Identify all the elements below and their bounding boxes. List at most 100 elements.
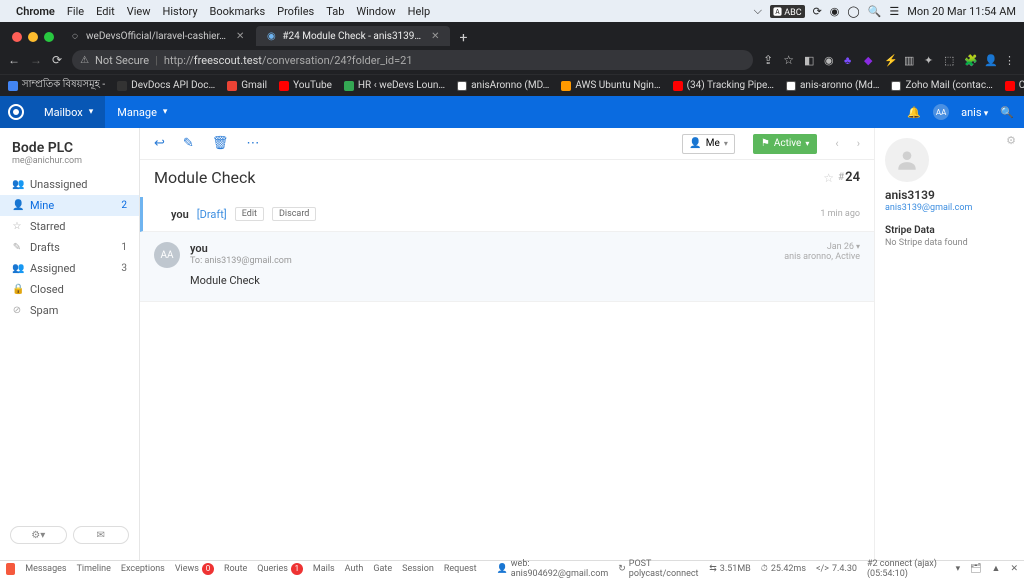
debug-tab[interactable]: Exceptions [121, 564, 165, 574]
folder-unassigned[interactable]: 👥Unassigned [0, 174, 139, 195]
debug-tab[interactable]: Route [224, 564, 247, 574]
folder-spam[interactable]: ⊘Spam [0, 300, 139, 321]
search-icon[interactable]: 🔍 [1000, 106, 1014, 119]
ext-icon[interactable]: ◆ [864, 54, 876, 66]
app-logo[interactable] [0, 96, 32, 128]
menu-app[interactable]: Chrome [16, 5, 55, 18]
prev-conversation[interactable]: ‹ [835, 137, 838, 150]
circle-icon[interactable]: ◯ [847, 5, 859, 18]
forward-button[interactable]: → [30, 53, 42, 67]
next-conversation[interactable]: › [857, 137, 860, 150]
close-icon[interactable]: ✕ [236, 31, 244, 42]
bookmark-item[interactable]: (34) Tracking Pipe… [673, 80, 774, 91]
more-icon[interactable]: ⋯ [246, 136, 259, 151]
star-icon[interactable]: ☆ [823, 171, 834, 185]
ext-icon[interactable]: 🧩 [964, 54, 976, 66]
discard-draft-button[interactable]: Discard [272, 207, 316, 221]
browser-tab-0[interactable]: ◌ weDevsOfficial/laravel-cashier… ✕ [60, 26, 254, 46]
user-menu[interactable]: anis [961, 106, 988, 119]
debug-tab[interactable]: Timeline [77, 564, 111, 574]
nav-manage[interactable]: Manage [105, 96, 179, 128]
reload-button[interactable]: ⟳ [52, 53, 62, 67]
notifications-icon[interactable]: 🔔 [907, 106, 921, 119]
debug-tab-views[interactable]: Views0 [175, 563, 214, 575]
bookmark-item[interactable]: DevDocs API Doc… [117, 80, 215, 91]
menu-history[interactable]: History [163, 5, 198, 18]
bookmark-star-icon[interactable]: ☆ [783, 53, 794, 67]
debug-tab[interactable]: Messages [25, 564, 66, 574]
status-dropdown[interactable]: ⚑Active [753, 134, 818, 154]
draft-row[interactable]: you [Draft] Edit Discard 1 min ago [140, 197, 874, 232]
folder-assigned[interactable]: 👥Assigned3 [0, 258, 139, 279]
menu-file[interactable]: File [67, 5, 84, 18]
menu-tab[interactable]: Tab [326, 5, 344, 18]
debug-folder-icon[interactable]: 🗂 [970, 564, 981, 574]
bluetooth-icon[interactable]: ⌵ [754, 4, 762, 18]
share-icon[interactable]: ⇪ [763, 53, 773, 67]
delete-icon[interactable]: 🗑 [212, 136, 229, 151]
clock[interactable]: Mon 20 Mar 11:54 AM [907, 5, 1016, 18]
debug-tab[interactable]: Session [402, 564, 434, 574]
debug-tab[interactable]: Mails [313, 564, 335, 574]
debug-tab-queries[interactable]: Queries1 [257, 563, 303, 575]
bookmark-item[interactable]: HR ‹ weDevs Loun… [344, 80, 445, 91]
menu-bookmarks[interactable]: Bookmarks [210, 5, 266, 18]
ext-icon[interactable]: ▥ [904, 54, 916, 66]
bookmark-item[interactable]: Channel dashboar… [1005, 80, 1024, 91]
menu-view[interactable]: View [127, 5, 151, 18]
ext-icon[interactable]: ⬚ [944, 54, 956, 66]
sync-icon[interactable]: ⟳ [813, 5, 822, 18]
bookmark-item[interactable]: Zoho Mail (contac… [891, 80, 992, 91]
nav-mailbox[interactable]: Mailbox [32, 96, 105, 128]
ext-icon[interactable]: ✦ [924, 54, 936, 66]
settings-button[interactable]: ⚙ ▾ [10, 526, 67, 544]
bookmark-item[interactable]: anisAronno (MD… [457, 80, 549, 91]
search-icon[interactable]: 🔍 [868, 5, 882, 18]
profile-icon[interactable]: 👤 [984, 54, 996, 66]
new-tab-button[interactable]: + [452, 30, 476, 46]
debug-tab[interactable]: Auth [345, 564, 364, 574]
edit-draft-button[interactable]: Edit [235, 207, 264, 221]
folder-drafts[interactable]: ✎Drafts1 [0, 237, 139, 258]
folder-mine[interactable]: 👤Mine2 [0, 195, 139, 216]
menu-icon[interactable]: ⋮ [1004, 54, 1016, 66]
bookmark-item[interactable]: anis-aronno (Md… [786, 80, 879, 91]
url-input[interactable]: ⚠ Not Secure | http://freescout.test/con… [72, 50, 753, 70]
compose-button[interactable]: ✉ [73, 526, 130, 544]
browser-tab-1[interactable]: ◉ #24 Module Check - anis3139… ✕ [256, 26, 449, 46]
ext-icon[interactable]: ◉ [824, 54, 836, 66]
menu-help[interactable]: Help [408, 5, 431, 18]
debugbar-logo-icon[interactable] [6, 563, 15, 575]
folder-closed[interactable]: 🔒Closed [0, 279, 139, 300]
note-icon[interactable]: ✎ [183, 136, 194, 151]
debug-up-icon[interactable]: ▲ [992, 563, 1001, 574]
customer-panel: ⚙ anis3139 anis3139@gmail.com Stripe Dat… [874, 128, 1024, 560]
ext-icon[interactable]: ⚡ [884, 54, 896, 66]
control-center-icon[interactable]: ☰ [889, 5, 899, 18]
window-controls[interactable] [6, 32, 60, 46]
back-button[interactable]: ← [8, 53, 20, 67]
close-icon[interactable]: ✕ [431, 31, 439, 42]
ext-icon[interactable]: ◧ [804, 54, 816, 66]
customer-email[interactable]: anis3139@gmail.com [885, 203, 1014, 213]
debug-tab[interactable]: Request [444, 564, 477, 574]
menu-window[interactable]: Window [356, 5, 395, 18]
message-date[interactable]: Jan 26 [784, 242, 860, 252]
eye-icon[interactable]: ◉ [830, 5, 840, 18]
bookmark-item[interactable]: সাম্প্রতিক বিষয়সমূহ - [8, 77, 105, 94]
bookmark-item[interactable]: AWS Ubuntu Ngin… [561, 80, 660, 91]
debug-close-icon[interactable]: ✕ [1010, 564, 1018, 574]
bookmark-item[interactable]: YouTube [279, 80, 332, 91]
folder-starred[interactable]: ☆Starred [0, 216, 139, 237]
message-row[interactable]: AA you To: anis3139@gmail.com Module Che… [140, 232, 874, 302]
debug-bar[interactable]: Messages Timeline Exceptions Views0 Rout… [0, 560, 1024, 576]
assignee-dropdown[interactable]: 👤Me [682, 134, 735, 154]
menu-edit[interactable]: Edit [96, 5, 115, 18]
gear-icon[interactable]: ⚙ [1006, 134, 1016, 147]
input-source[interactable]: 🅰 ABC [770, 5, 805, 18]
bookmark-item[interactable]: Gmail [227, 80, 267, 91]
ext-icon[interactable]: ♣ [844, 54, 856, 66]
reply-icon[interactable]: ↩ [154, 136, 165, 151]
menu-profiles[interactable]: Profiles [277, 5, 314, 18]
debug-tab[interactable]: Gate [373, 564, 392, 574]
